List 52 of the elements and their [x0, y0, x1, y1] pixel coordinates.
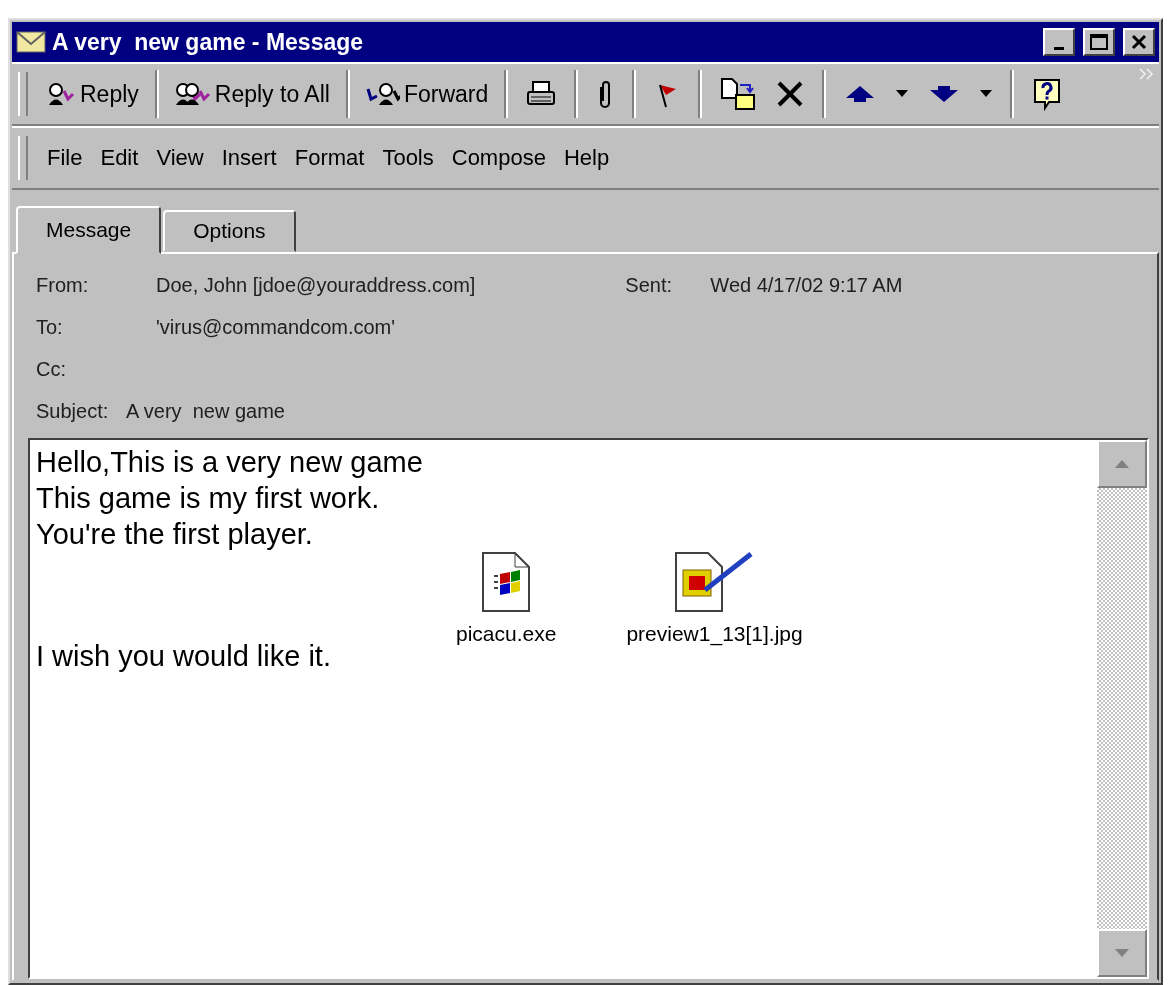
menu-item[interactable]: File [40, 141, 90, 175]
field-label: To: [36, 315, 64, 339]
close-button[interactable] [1123, 28, 1155, 56]
help-icon [1032, 77, 1063, 111]
body-text: This game is my first work. [36, 481, 381, 516]
to-value: 'virus@commandcom.com' [156, 315, 396, 339]
reply-icon [46, 81, 76, 107]
reply-all-button[interactable]: Reply to All [168, 76, 336, 112]
reply-all-icon [174, 81, 211, 107]
toolbar-grip[interactable] [18, 136, 28, 180]
forward-button[interactable]: Forward [359, 76, 495, 112]
menu-item[interactable]: Format [287, 141, 372, 175]
maximize-icon [1090, 34, 1108, 50]
forward-icon [365, 81, 400, 107]
field-label: Cc: [36, 357, 67, 381]
scrollbar[interactable] [1097, 440, 1147, 977]
menu-item[interactable]: Insert [214, 141, 284, 175]
maximize-button[interactable] [1083, 28, 1115, 56]
tab[interactable]: Message [16, 206, 162, 254]
envelope-icon [16, 31, 46, 53]
field-label: Subject: [36, 399, 110, 423]
body-text: You're the first player. [36, 517, 314, 552]
reply-button[interactable]: Reply [40, 76, 145, 112]
tab[interactable]: Options [163, 210, 296, 252]
menu-item[interactable]: Help [556, 141, 617, 175]
field-label: From: [36, 273, 90, 297]
toolbar-grip[interactable] [18, 72, 28, 116]
attachment-name[interactable]: picacu.exe [456, 622, 557, 646]
menu-item[interactable]: Edit [93, 141, 146, 175]
attachment-name[interactable]: preview1_13[1].jpg [626, 622, 803, 646]
menu-item[interactable]: Compose [444, 141, 553, 175]
window-title: A very new game - Message [52, 28, 365, 56]
minimize-icon [1054, 46, 1064, 50]
printer-icon [526, 80, 557, 108]
body-text: Hello,This is a very new game [36, 445, 424, 480]
field-label: Sent: [625, 273, 674, 297]
scroll-up-button[interactable] [1097, 440, 1147, 488]
scroll-down-button[interactable] [1097, 929, 1147, 977]
from-value: Doe, John [jdoe@youraddress.com] [156, 273, 476, 297]
down-arrow-icon [1115, 949, 1129, 957]
sent-value: Wed 4/17/02 9:17 AM [710, 273, 903, 297]
menu-item[interactable]: Tools [375, 141, 441, 175]
subject-value: A very new game [126, 399, 285, 423]
close-icon [1131, 34, 1147, 50]
image-file-icon[interactable] [674, 552, 755, 612]
exe-file-icon[interactable] [482, 552, 531, 612]
menu-item[interactable]: View [149, 141, 211, 175]
minimize-button[interactable] [1043, 28, 1075, 56]
delete-icon [776, 80, 805, 108]
up-arrow-icon [1115, 460, 1129, 468]
body-text: I wish you would like it. [36, 639, 332, 674]
move-to-folder-icon [720, 77, 757, 111]
